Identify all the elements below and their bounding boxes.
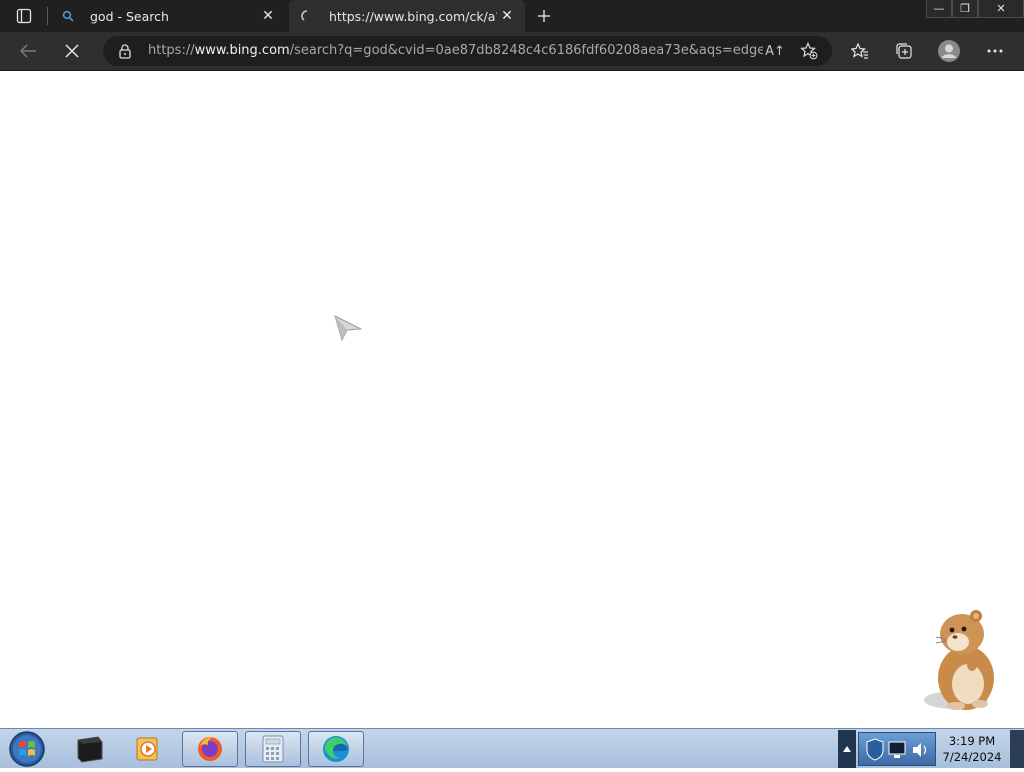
close-button[interactable]: ✕ (978, 0, 1024, 18)
tab-bing-redirect[interactable]: https://www.bing.com/ck/a?!&& ✕ (289, 0, 525, 32)
browser-window: god - Search ✕ https://www.bing.com/ck/a… (0, 0, 1024, 728)
stop-loading-icon[interactable] (58, 37, 86, 65)
system-tray: 3:19 PM 7/24/2024 (838, 730, 1024, 768)
show-hidden-icons-button[interactable] (838, 730, 856, 768)
more-options-icon[interactable] (981, 37, 1009, 65)
taskbar-firefox[interactable] (182, 731, 238, 767)
window-controls: — ❐ ✕ (926, 0, 1024, 18)
media-player-icon (136, 737, 158, 761)
security-shield-icon[interactable] (866, 738, 884, 761)
taskbar-edge[interactable] (308, 731, 364, 767)
tab-title: god - Search (90, 8, 169, 24)
volume-icon[interactable] (913, 743, 927, 757)
tab-title: https://www.bing.com/ck/a?!&& (329, 8, 497, 24)
tab-close-icon[interactable]: ✕ (497, 6, 517, 26)
new-tab-icon[interactable] (532, 4, 556, 28)
tab-close-icon[interactable]: ✕ (258, 6, 278, 26)
url-prefix: https:// (148, 43, 195, 58)
search-icon (60, 8, 76, 24)
url-domain: www.bing.com (194, 43, 290, 58)
clock-time: 3:19 PM (948, 734, 996, 748)
collections-icon[interactable] (890, 37, 918, 65)
windows-orb-icon (9, 731, 45, 767)
url-text[interactable]: https://www.bing.com/search?q=god&cvid=0… (148, 43, 763, 61)
terminal-icon (77, 736, 103, 763)
back-arrow-icon[interactable] (14, 37, 42, 65)
taskbar: 3:19 PM 7/24/2024 (0, 728, 1024, 768)
taskbar-calculator[interactable] (245, 731, 301, 767)
firefox-icon (198, 737, 222, 761)
url-path: /search?q=god&cvid=0ae87db8248c4c6186fdf… (289, 43, 763, 58)
read-aloud-icon[interactable]: A↑ (764, 41, 786, 61)
address-bar[interactable]: https://www.bing.com/search?q=god&cvid=0… (103, 36, 832, 66)
page-content[interactable] (0, 71, 1024, 728)
tab-separator (47, 7, 48, 25)
toolbar: https://www.bing.com/search?q=god&cvid=0… (0, 32, 1024, 71)
add-favorite-icon[interactable] (798, 41, 820, 61)
hamster-mascot-icon (924, 610, 994, 710)
tray-icons (858, 732, 936, 766)
favorites-icon[interactable] (846, 37, 874, 65)
taskbar-terminal[interactable] (62, 731, 118, 767)
taskbar-clock[interactable]: 3:19 PM 7/24/2024 (940, 733, 1004, 767)
clock-date: 7/24/2024 (942, 750, 1002, 764)
taskbar-media-player[interactable] (120, 731, 176, 767)
tab-god-search[interactable]: god - Search ✕ (50, 0, 286, 32)
network-icon[interactable] (888, 741, 906, 758)
loading-spinner-icon (299, 8, 315, 24)
restore-button[interactable]: ❐ (952, 0, 978, 18)
calculator-icon (262, 735, 284, 763)
minimize-button[interactable]: — (926, 0, 952, 18)
tab-strip: god - Search ✕ https://www.bing.com/ck/a… (0, 0, 1024, 32)
mouse-cursor-icon (334, 315, 362, 341)
show-desktop-button[interactable] (1010, 730, 1024, 768)
profile-avatar-icon[interactable] (935, 37, 963, 65)
tab-actions-icon[interactable] (8, 4, 40, 28)
edge-icon (323, 736, 349, 762)
start-button[interactable] (4, 730, 50, 768)
lock-icon[interactable] (117, 43, 133, 59)
